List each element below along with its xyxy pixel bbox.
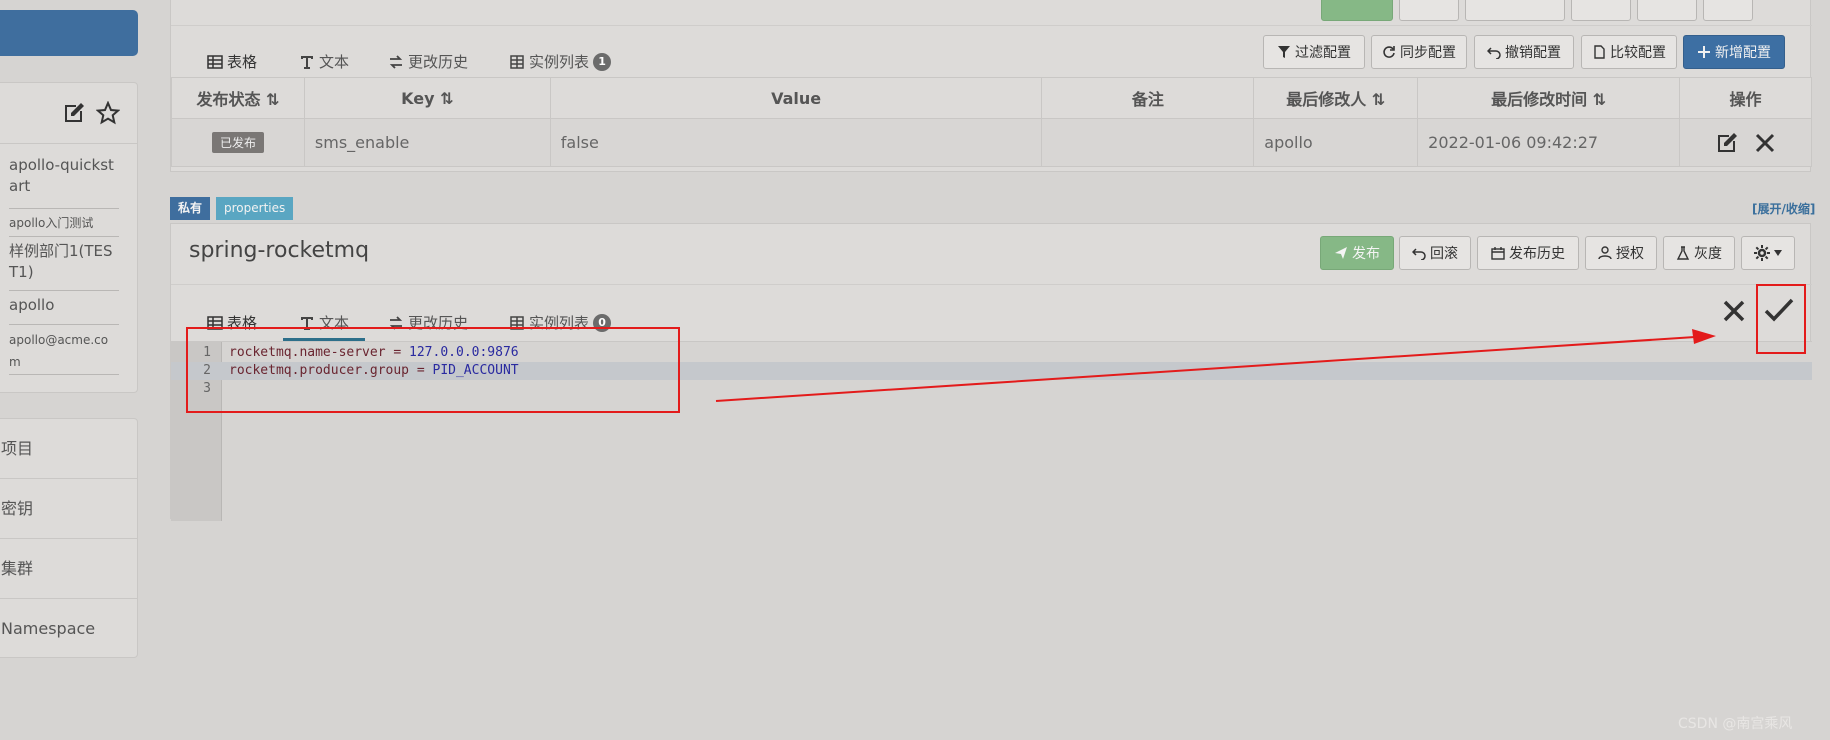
star-icon[interactable] (96, 101, 120, 125)
format-tag: properties (216, 197, 294, 220)
app-id: apollo-quickstart (9, 155, 119, 209)
tab-label: 更改历史 (408, 53, 469, 71)
edit-icon[interactable] (62, 101, 86, 125)
app-owner: apollo (9, 295, 119, 325)
table-header-row: 发布状态 ⇅ Key ⇅ Value 备注 最后修改人 ⇅ 最后修改时间 ⇅ 操… (171, 77, 1812, 119)
toolbar-button-top-2[interactable] (1465, 0, 1565, 21)
button-label: 比较配置 (1610, 45, 1666, 61)
cell-value: false (549, 118, 1043, 167)
compare-config-button[interactable]: 比较配置 (1581, 35, 1677, 69)
button-label: 灰度 (1694, 246, 1722, 262)
publish-button-top[interactable] (1321, 0, 1393, 21)
publish-button[interactable]: 发布 (1320, 236, 1394, 270)
publish-history-button[interactable]: 发布历史 (1477, 236, 1579, 270)
tab-label: 文本 (319, 53, 350, 71)
cell-actions (1679, 118, 1812, 167)
rollback-button[interactable]: 回滚 (1399, 236, 1471, 270)
text-icon (301, 55, 313, 69)
col-header-time[interactable]: 最后修改时间 ⇅ (1417, 77, 1681, 119)
settings-button-top[interactable] (1703, 0, 1753, 21)
sidebar-item-project[interactable]: 项目 (0, 419, 138, 479)
sync-config-button[interactable]: 同步配置 (1371, 35, 1467, 69)
calendar-icon (1491, 247, 1505, 260)
col-header-modifier[interactable]: 最后修改人 ⇅ (1253, 77, 1419, 119)
namespace-title: spring-rocketmq (189, 238, 370, 263)
button-label: 新增配置 (1715, 45, 1771, 61)
config-table: 发布状态 ⇅ Key ⇅ Value 备注 最后修改人 ⇅ 最后修改时间 ⇅ 操… (171, 77, 1812, 167)
col-header-comment: 备注 (1041, 77, 1255, 119)
app-department: 样例部门1(TEST1) (9, 241, 119, 291)
gear-icon (1754, 245, 1770, 261)
namespace-panel-application: 表格 文本 更改历史 实例列表 1 过滤配置 同步配置 撤销配置 比较配置 新增… (170, 0, 1812, 172)
app-info-panel: apollo-quickstart apollo入门测试 样例部门1(TEST1… (0, 82, 138, 393)
button-label: 过滤配置 (1295, 45, 1351, 61)
toolbar-button-top-1[interactable] (1399, 0, 1459, 21)
sidebar-nav: 项目 密钥 集群 Namespace (0, 418, 138, 658)
private-tag: 私有 (170, 197, 211, 220)
refresh-icon (1383, 46, 1395, 58)
user-icon (1598, 246, 1612, 260)
left-primary-button[interactable] (0, 10, 138, 56)
button-label: 同步配置 (1400, 45, 1456, 61)
table-icon (207, 54, 223, 69)
flask-icon (1676, 246, 1690, 260)
button-label: 发布 (1352, 246, 1380, 262)
settings-dropdown-button[interactable] (1741, 236, 1795, 270)
col-header-status[interactable]: 发布状态 ⇅ (171, 77, 305, 119)
edit-row-icon[interactable] (1715, 131, 1739, 155)
file-icon (1594, 45, 1605, 59)
sidebar-item-cluster[interactable]: 集群 (0, 539, 138, 599)
undo-icon (1487, 47, 1501, 59)
app-owner-email: apollo@acme.com (9, 329, 119, 375)
cell-status: 已发布 (171, 118, 305, 167)
col-header-value: Value (549, 77, 1043, 119)
server-icon (510, 54, 524, 69)
tab-history[interactable]: 更改历史 (388, 51, 468, 72)
sidebar-item-namespace[interactable]: Namespace (0, 599, 138, 659)
tab-instances[interactable]: 实例列表 1 (509, 51, 612, 72)
toolbar-button-top-3[interactable] (1571, 0, 1631, 21)
exchange-icon (389, 54, 403, 69)
published-badge: 已发布 (211, 132, 264, 153)
button-label: 发布历史 (1509, 246, 1565, 262)
annotation-box-confirm (1756, 284, 1806, 354)
cell-key: sms_enable (303, 118, 551, 167)
plus-icon (1698, 46, 1710, 58)
tab-table[interactable]: 表格 (191, 51, 274, 82)
cell-comment (1041, 118, 1255, 167)
table-row: 已发布 sms_enable false apollo 2022-01-06 0… (171, 118, 1812, 167)
tab-label: 表格 (227, 53, 258, 71)
revoke-config-button[interactable]: 撤销配置 (1474, 35, 1574, 69)
col-header-key[interactable]: Key ⇅ (303, 77, 551, 119)
instances-count-badge: 1 (593, 52, 612, 71)
filter-config-button[interactable]: 过滤配置 (1263, 35, 1365, 69)
col-header-actions: 操作 (1679, 77, 1812, 119)
sidebar-item-secret[interactable]: 密钥 (0, 479, 138, 539)
undo-icon (1412, 248, 1426, 260)
add-config-button[interactable]: 新增配置 (1683, 35, 1785, 69)
watermark: CSDN @南宫乘风 (1678, 716, 1793, 732)
authorize-button[interactable]: 授权 (1585, 236, 1657, 270)
annotation-box-editor (186, 327, 680, 413)
filter-icon (1278, 46, 1290, 58)
cell-modifier: apollo (1253, 118, 1419, 167)
gray-release-button[interactable]: 灰度 (1663, 236, 1735, 270)
tab-text[interactable]: 文本 (299, 51, 349, 72)
button-label: 授权 (1616, 246, 1644, 262)
app-name: apollo入门测试 (9, 213, 119, 237)
delete-row-icon[interactable] (1754, 132, 1776, 154)
toolbar-button-top-4[interactable] (1637, 0, 1697, 21)
send-icon (1335, 247, 1347, 259)
caret-down-icon (1774, 250, 1782, 256)
button-label: 撤销配置 (1505, 45, 1561, 61)
cell-time: 2022-01-06 09:42:27 (1417, 118, 1681, 167)
cancel-edit-icon[interactable] (1721, 298, 1747, 324)
tab-label: 实例列表 (529, 53, 590, 71)
expand-collapse-link[interactable]: [展开/收缩] (1752, 200, 1815, 217)
button-label: 回滚 (1430, 246, 1458, 262)
